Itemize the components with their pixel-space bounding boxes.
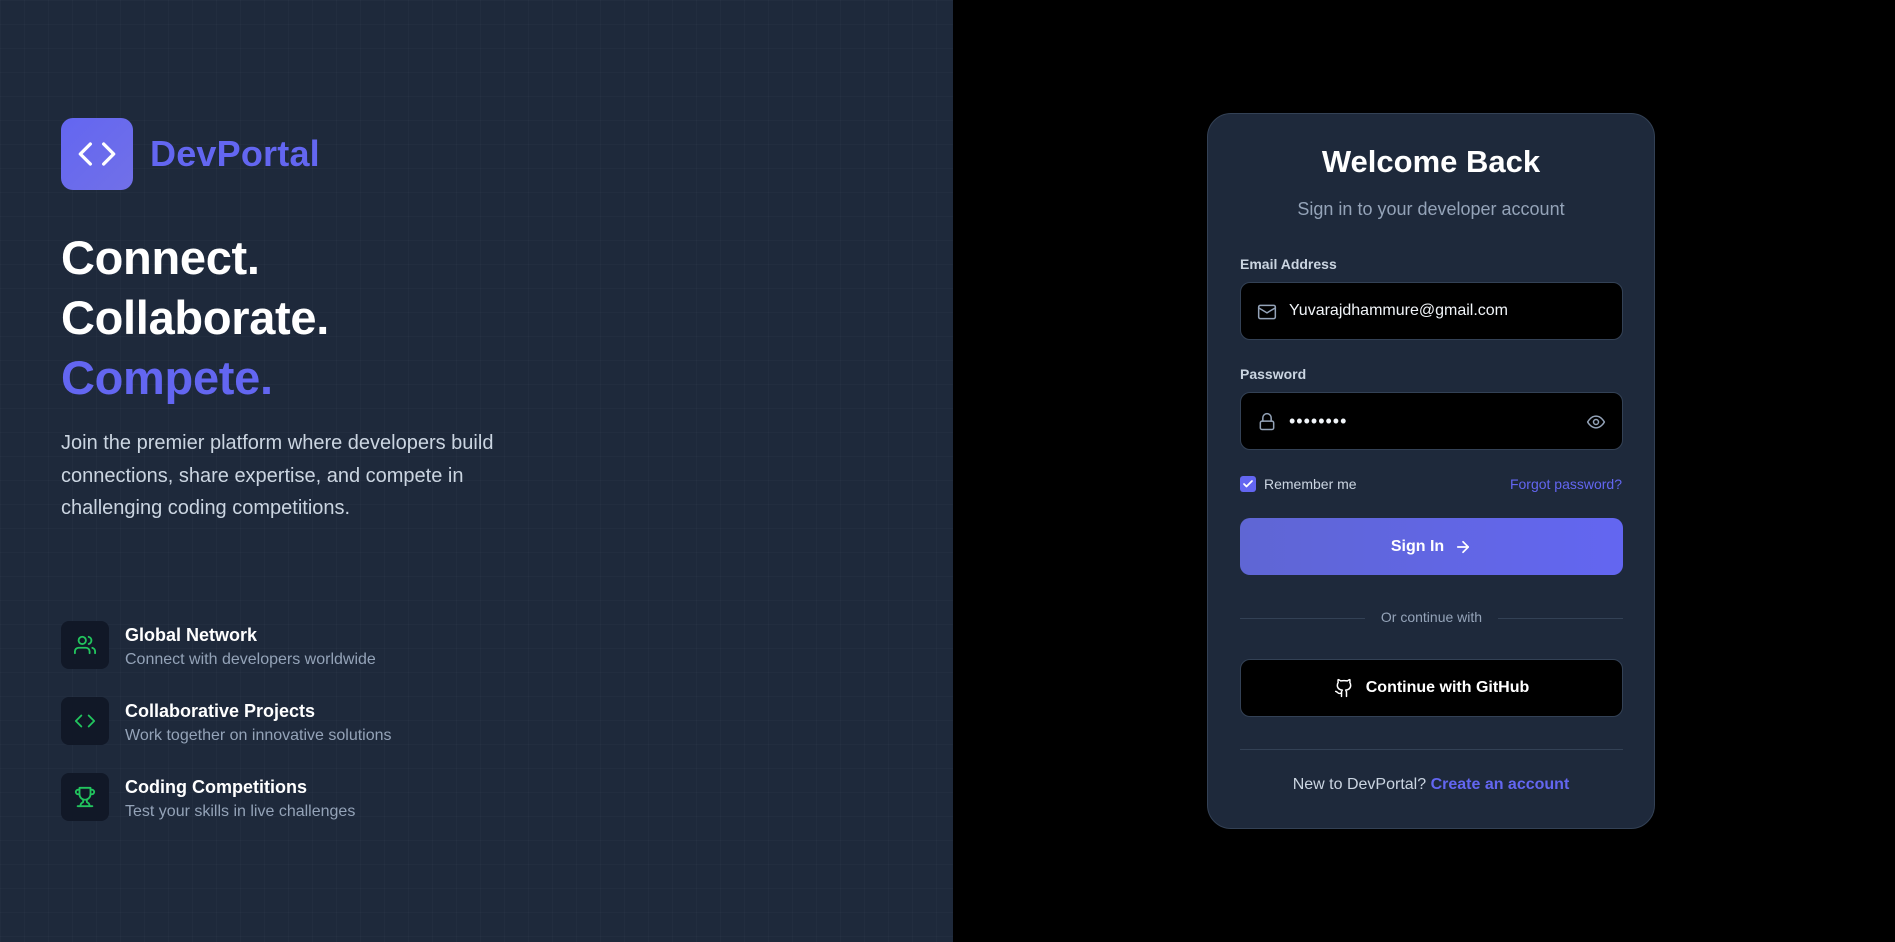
check-icon — [1243, 480, 1253, 488]
mail-icon — [1257, 304, 1277, 320]
email-field[interactable]: Yuvarajdhammure@gmail.com — [1240, 282, 1623, 340]
remember-checkbox[interactable] — [1240, 476, 1256, 492]
lock-icon — [1259, 412, 1275, 431]
feature-title: Global Network — [125, 625, 258, 645]
feature-title: Collaborative Projects — [125, 701, 316, 721]
email-value: Yuvarajdhammure@gmail.com — [1289, 302, 1508, 319]
hero-line-2: Collaborate. — [61, 291, 330, 344]
code-icon — [61, 697, 109, 745]
login-subtitle: Sign in to your developer account — [1297, 199, 1565, 219]
remember-me: Remember me — [1240, 476, 1357, 492]
sign-in-button[interactable]: Sign In — [1240, 518, 1623, 575]
brand-name: DevPortal — [150, 133, 320, 174]
github-icon — [1334, 678, 1352, 698]
signup-row: New to DevPortal? Create an account — [1208, 776, 1654, 794]
divider-text: Or continue with — [1380, 609, 1483, 625]
password-label: Password — [1240, 366, 1307, 382]
github-button[interactable]: Continue with GitHub — [1240, 659, 1623, 717]
password-value: •••••••• — [1289, 410, 1348, 431]
remember-label[interactable]: Remember me — [1264, 476, 1357, 492]
hero-line-3: Compete. — [61, 351, 273, 404]
feature-item: Global Network Connect with developers w… — [61, 621, 392, 697]
trophy-icon — [61, 773, 109, 821]
feature-desc: Connect with developers worldwide — [125, 651, 376, 668]
brand: DevPortal — [61, 118, 320, 190]
eye-icon[interactable] — [1586, 412, 1606, 432]
create-account-link[interactable]: Create an account — [1431, 776, 1570, 793]
hero-line-1: Connect. — [61, 231, 260, 284]
forgot-password-link[interactable]: Forgot password? — [1510, 476, 1622, 492]
hero-description: Join the premier platform where develope… — [61, 432, 494, 519]
hero-headline: Connect. Collaborate. Compete. — [61, 228, 329, 408]
email-label: Email Address — [1240, 256, 1337, 272]
logo-code-icon — [61, 118, 133, 190]
card-separator — [1240, 749, 1623, 750]
left-panel: DevPortal Connect. Collaborate. Compete.… — [0, 0, 953, 942]
feature-list: Global Network Connect with developers w… — [61, 621, 392, 849]
feature-desc: Test your skills in live challenges — [125, 803, 356, 820]
arrow-right-icon — [1457, 540, 1470, 553]
feature-title: Coding Competitions — [125, 777, 307, 797]
divider: Or continue with — [1240, 608, 1623, 628]
feature-desc: Work together on innovative solutions — [125, 727, 392, 744]
login-title: Welcome Back — [1321, 144, 1541, 179]
password-field[interactable]: •••••••• — [1240, 392, 1623, 450]
signup-prompt: New to DevPortal? — [1292, 776, 1431, 793]
login-card: Welcome Back Sign in to your developer a… — [1207, 113, 1655, 829]
feature-item: Coding Competitions Test your skills in … — [61, 773, 392, 849]
sign-in-label: Sign In — [1390, 537, 1445, 555]
users-icon — [61, 621, 109, 669]
github-label: Continue with GitHub — [1365, 679, 1530, 696]
feature-item: Collaborative Projects Work together on … — [61, 697, 392, 773]
